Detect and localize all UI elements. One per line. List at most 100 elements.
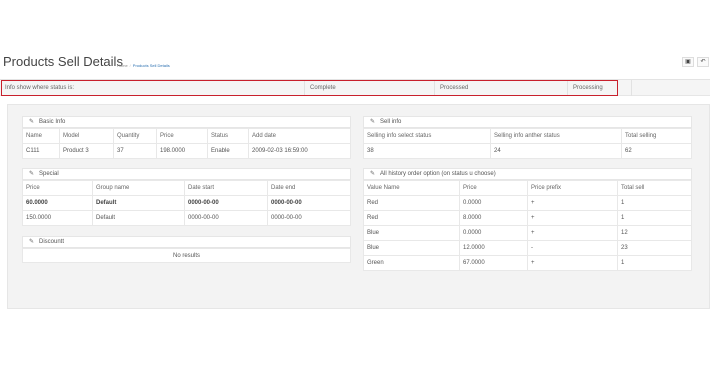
basic-info-box: ✎ Basic Info Name Model Quantity Price S… — [22, 116, 351, 159]
table-cell: Default — [92, 195, 185, 211]
column-header: Name — [22, 128, 60, 144]
back-arrow-icon: ↶ — [700, 59, 706, 65]
table-header-row: Name Model Quantity Price Status Add dat… — [22, 128, 351, 144]
table-cell: 150.0000 — [22, 210, 93, 226]
table-cell: 198.0000 — [156, 143, 208, 159]
table-row: Green 67.0000 + 1 — [363, 255, 692, 271]
table-cell: Product 3 — [59, 143, 114, 159]
table-cell: 1 — [617, 255, 692, 271]
basic-info-table: Name Model Quantity Price Status Add dat… — [22, 128, 351, 159]
table-cell: 12 — [617, 225, 692, 241]
table-cell: Blue — [363, 225, 460, 241]
table-cell: + — [527, 225, 618, 241]
table-row: 38 24 62 — [363, 143, 692, 159]
table-cell: + — [527, 195, 618, 211]
table-row: 150.0000 Default 0000-00-00 0000-00-00 — [22, 210, 351, 226]
table-cell: 0000-00-00 — [184, 195, 268, 211]
column-header: Group name — [92, 180, 185, 196]
table-cell: 1 — [617, 195, 692, 211]
column-header: Date start — [184, 180, 268, 196]
table-row: Blue 0.0000 + 12 — [363, 225, 692, 241]
special-header: ✎ Special — [22, 168, 351, 180]
column-header: Add date — [248, 128, 351, 144]
special-table: Price Group name Date start Date end 60.… — [22, 180, 351, 226]
basic-info-title: Basic Info — [39, 119, 66, 125]
breadcrumb-home-link[interactable]: Home — [117, 63, 128, 68]
history-box: ✎ All history order option (on status u … — [363, 168, 692, 271]
page-title: Products Sell Details — [3, 54, 123, 69]
sell-info-title: Sell info — [380, 119, 402, 125]
column-header: Total selling — [621, 128, 692, 144]
table-row: Blue 12.0000 - 23 — [363, 240, 692, 256]
back-button[interactable]: ↶ — [697, 57, 709, 67]
table-cell: + — [527, 210, 618, 226]
table-cell: 60.0000 — [22, 195, 93, 211]
breadcrumb-current-link[interactable]: Products Sell Details — [133, 63, 170, 68]
table-row: Red 0.0000 + 1 — [363, 195, 692, 211]
table-row: C111 Product 3 37 198.0000 Enable 2009-0… — [22, 143, 351, 159]
breadcrumb: Home / Products Sell Details — [117, 63, 170, 68]
table-cell: Red — [363, 210, 460, 226]
table-cell: 0.0000 — [459, 225, 528, 241]
breadcrumb-separator: / — [129, 63, 131, 68]
table-row: Red 8.0000 + 1 — [363, 210, 692, 226]
pencil-icon: ✎ — [29, 171, 35, 177]
table-cell: 24 — [490, 143, 622, 159]
settings-button[interactable]: ▣ — [682, 57, 694, 67]
sell-info-table: Selling info select status Selling info … — [363, 128, 692, 159]
table-header-row: Value Name Price Price prefix Total sell — [363, 180, 692, 196]
square-icon: ▣ — [685, 59, 691, 65]
discount-header: ✎ Discountt — [22, 236, 351, 248]
pencil-icon: ✎ — [370, 171, 376, 177]
column-header: Price — [22, 180, 93, 196]
column-header: Total sell — [617, 180, 692, 196]
special-box: ✎ Special Price Group name Date start Da… — [22, 168, 351, 226]
table-cell: 1 — [617, 210, 692, 226]
column-header: Quantity — [113, 128, 157, 144]
column-header: Selling info select status — [363, 128, 491, 144]
table-cell: 67.0000 — [459, 255, 528, 271]
basic-info-header: ✎ Basic Info — [22, 116, 351, 128]
column-header: Price — [156, 128, 208, 144]
history-title: All history order option (on status u ch… — [380, 171, 496, 177]
table-cell: Enable — [207, 143, 249, 159]
pencil-icon: ✎ — [370, 119, 376, 125]
table-cell: 0000-00-00 — [267, 195, 351, 211]
history-header: ✎ All history order option (on status u … — [363, 168, 692, 180]
table-header-row: Selling info select status Selling info … — [363, 128, 692, 144]
table-cell: 38 — [363, 143, 491, 159]
pencil-icon: ✎ — [29, 239, 35, 245]
column-header: Model — [59, 128, 114, 144]
table-cell: 0000-00-00 — [267, 210, 351, 226]
table-cell: Blue — [363, 240, 460, 256]
column-header: Price prefix — [527, 180, 618, 196]
table-cell: Red — [363, 195, 460, 211]
no-results-message: No results — [22, 248, 351, 263]
column-header: Price — [459, 180, 528, 196]
table-cell: C111 — [22, 143, 60, 159]
table-header-row: Price Group name Date start Date end — [22, 180, 351, 196]
discount-title: Discountt — [39, 239, 65, 245]
table-cell: 12.0000 — [459, 240, 528, 256]
column-header: Selling info anther status — [490, 128, 622, 144]
column-header: Date end — [267, 180, 351, 196]
table-cell: + — [527, 255, 618, 271]
table-cell: 23 — [617, 240, 692, 256]
table-cell: - — [527, 240, 618, 256]
status-highlight-frame — [1, 80, 618, 96]
table-row: 60.0000 Default 0000-00-00 0000-00-00 — [22, 195, 351, 211]
table-cell: 62 — [621, 143, 692, 159]
table-cell: Green — [363, 255, 460, 271]
column-header: Value Name — [363, 180, 460, 196]
pencil-icon: ✎ — [29, 119, 35, 125]
table-cell: 2009-02-03 16:59:00 — [248, 143, 351, 159]
table-cell: 37 — [113, 143, 157, 159]
sell-info-header: ✎ Sell info — [363, 116, 692, 128]
history-table: Value Name Price Price prefix Total sell… — [363, 180, 692, 271]
column-header: Status — [207, 128, 249, 144]
sell-info-box: ✎ Sell info Selling info select status S… — [363, 116, 692, 159]
table-cell: Default — [92, 210, 185, 226]
discount-box: ✎ Discountt No results — [22, 236, 351, 263]
table-cell: 0.0000 — [459, 195, 528, 211]
table-cell: 8.0000 — [459, 210, 528, 226]
